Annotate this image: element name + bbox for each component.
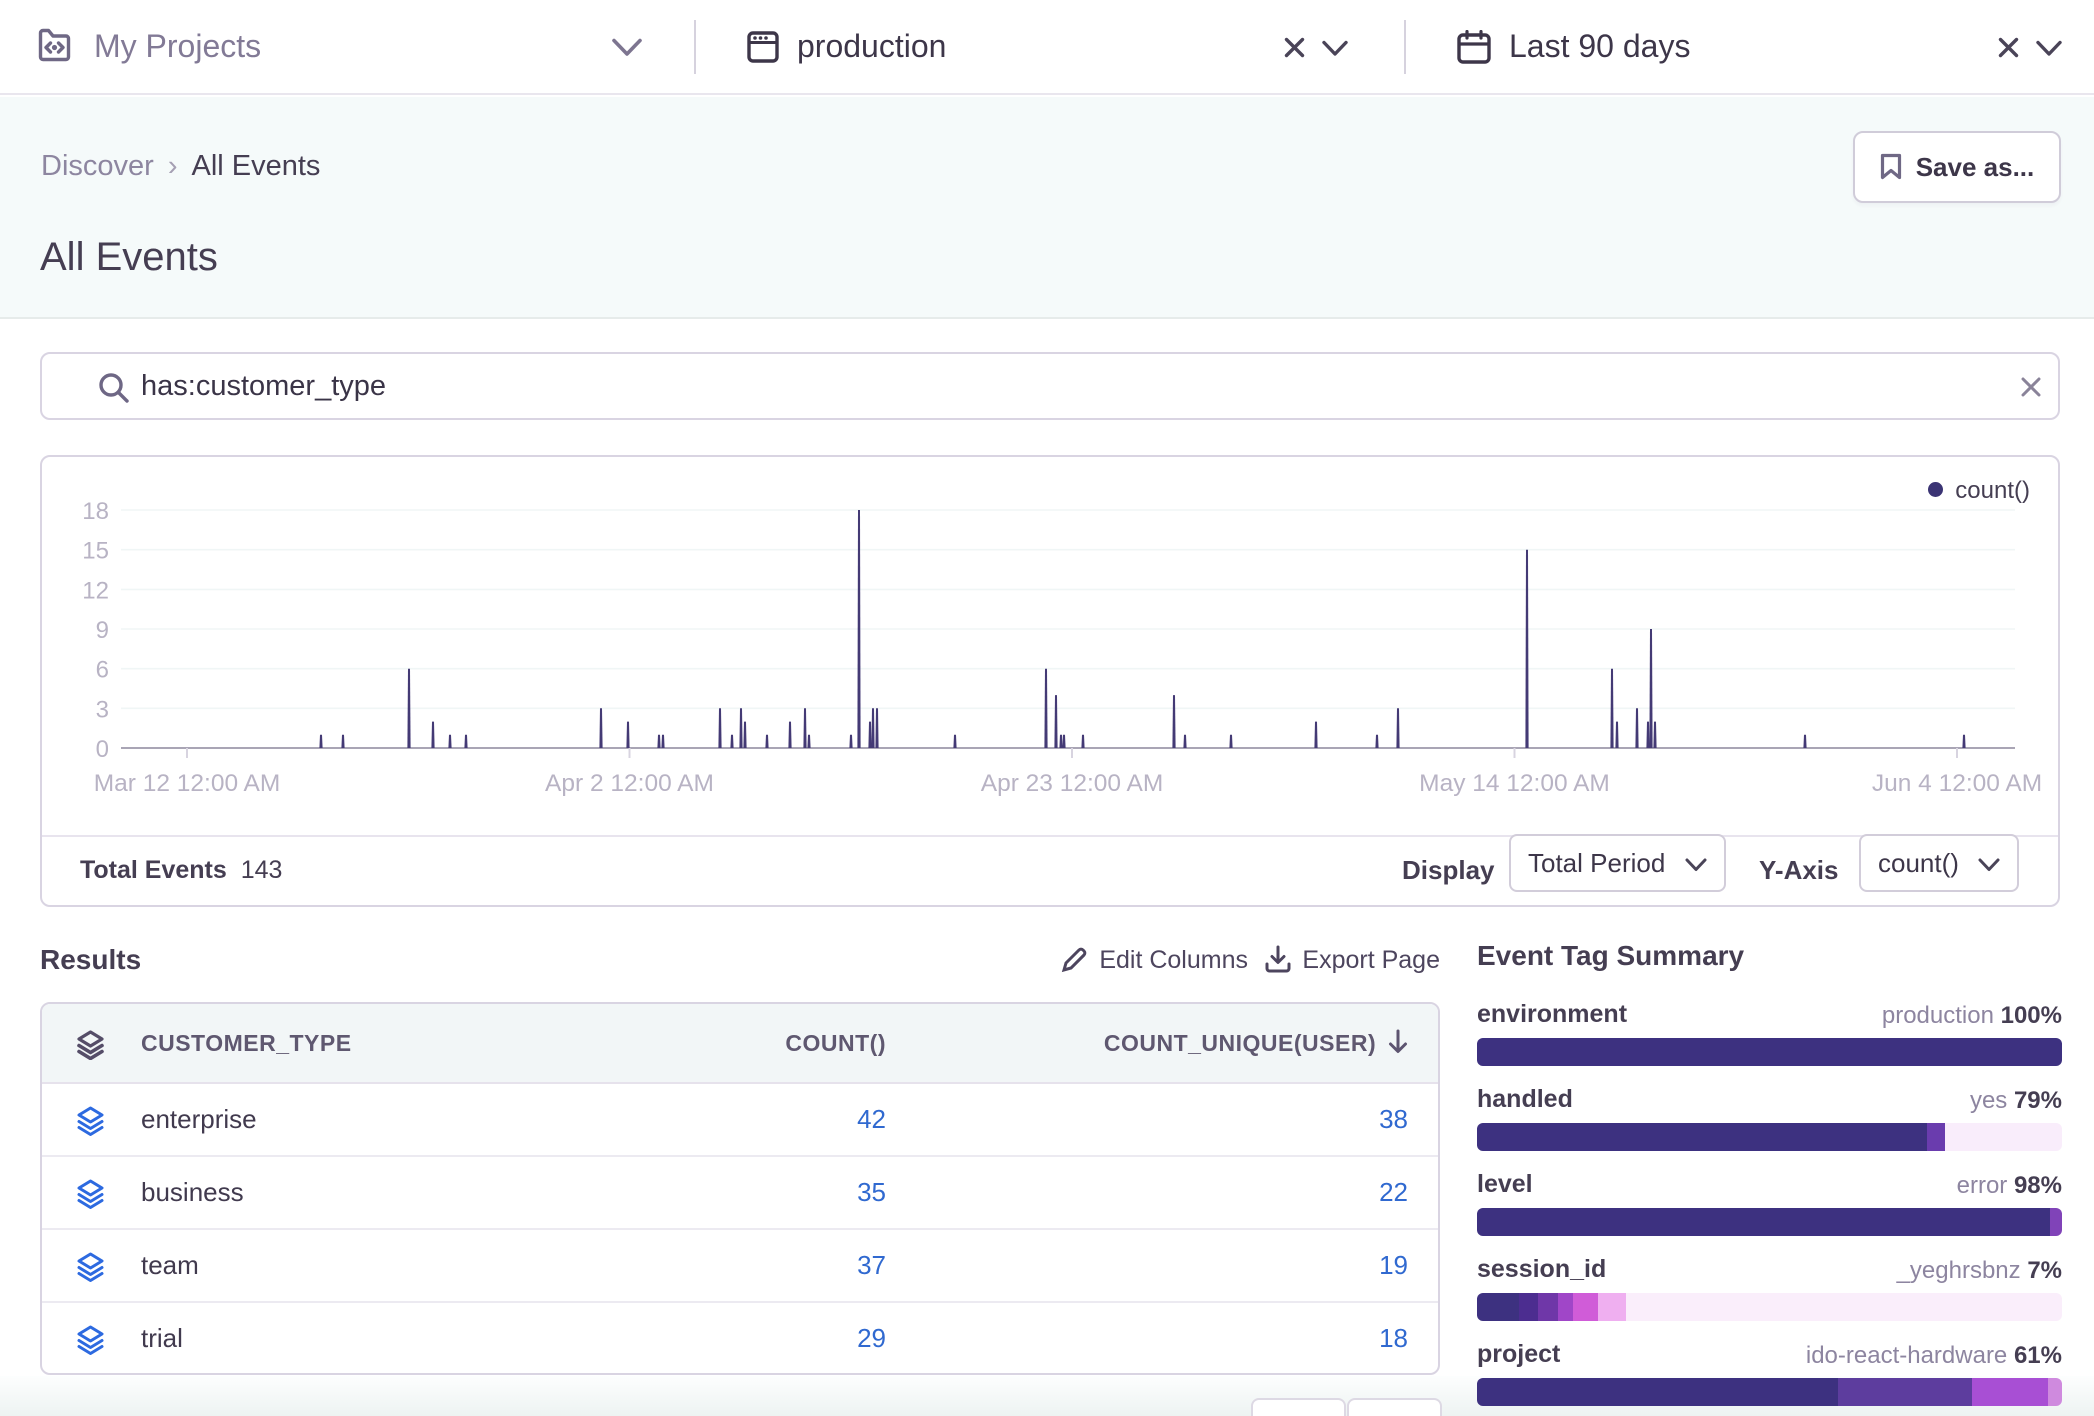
svg-text:9: 9	[96, 617, 109, 644]
svg-text:Apr 23 12:00 AM: Apr 23 12:00 AM	[981, 770, 1164, 797]
svg-text:Jun 4 12:00 AM: Jun 4 12:00 AM	[1872, 770, 2042, 797]
svg-text:18: 18	[82, 498, 109, 525]
svg-text:0: 0	[96, 736, 109, 763]
svg-text:15: 15	[82, 538, 109, 565]
svg-text:May 14 12:00 AM: May 14 12:00 AM	[1419, 770, 1610, 797]
svg-text:Mar 12 12:00 AM: Mar 12 12:00 AM	[94, 770, 281, 797]
svg-text:Apr 2 12:00 AM: Apr 2 12:00 AM	[545, 770, 714, 797]
svg-text:12: 12	[82, 577, 109, 604]
svg-text:3: 3	[96, 696, 109, 723]
svg-text:6: 6	[96, 657, 109, 684]
